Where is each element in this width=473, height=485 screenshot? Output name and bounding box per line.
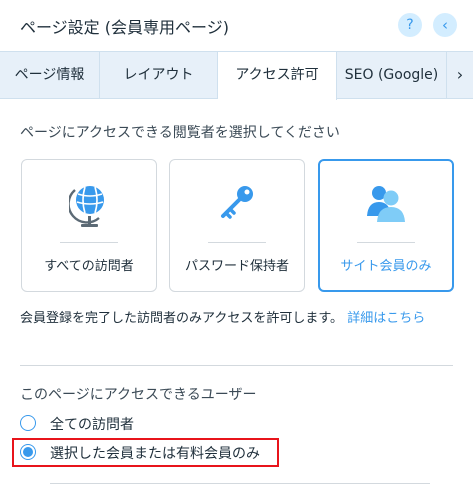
panel-header: ページ設定 (会員専用ページ) ? ‹ <box>0 0 473 50</box>
option-card-members[interactable]: サイト会員のみ <box>318 159 454 292</box>
radio-label: 全ての訪問者 <box>50 417 134 433</box>
bottom-divider <box>50 483 430 484</box>
radio-button[interactable] <box>20 415 36 431</box>
tabs-scroll-right-button[interactable]: › <box>447 52 473 99</box>
option-card-password[interactable]: パスワード保持者 <box>169 159 305 292</box>
permissions-section-label: ページにアクセスできる閲覧者を選択してください <box>20 125 340 141</box>
option-card-label: パスワード保持者 <box>184 259 289 274</box>
option-card-everyone[interactable]: すべての訪問者 <box>21 159 157 292</box>
members-icon <box>320 180 452 230</box>
option-card-label: サイト会員のみ <box>340 259 432 274</box>
tab-seo[interactable]: SEO (Google) <box>337 52 447 99</box>
panel-title: ページ設定 (会員専用ページ) <box>20 18 229 37</box>
section-divider <box>20 365 453 366</box>
tab-page-info[interactable]: ページ情報 <box>0 52 100 99</box>
card-divider <box>208 242 266 243</box>
highlight-box <box>12 438 279 467</box>
learn-more-link[interactable]: 詳細はこちら <box>347 311 425 326</box>
chevron-right-icon: › <box>456 65 464 84</box>
globe-icon <box>22 180 156 230</box>
back-button[interactable]: ‹ <box>433 13 457 37</box>
help-button[interactable]: ? <box>398 13 422 37</box>
card-divider <box>357 242 415 243</box>
description-text: 会員登録を完了した訪問者のみアクセスを許可します。 <box>20 311 344 326</box>
access-users-label: このページにアクセスできるユーザー <box>20 387 257 403</box>
tab-layout[interactable]: レイアウト <box>100 52 218 99</box>
key-icon <box>170 180 304 230</box>
tab-permissions[interactable]: アクセス許可 <box>218 52 337 100</box>
chevron-left-icon: ‹ <box>442 16 448 34</box>
settings-tabs: ページ情報 レイアウト アクセス許可 SEO (Google) › <box>0 51 473 100</box>
permission-description: 会員登録を完了した訪問者のみアクセスを許可します。 詳細はこちら <box>20 310 460 328</box>
option-card-label: すべての訪問者 <box>44 259 134 274</box>
card-divider <box>60 242 118 243</box>
question-mark-icon: ? <box>406 17 414 33</box>
